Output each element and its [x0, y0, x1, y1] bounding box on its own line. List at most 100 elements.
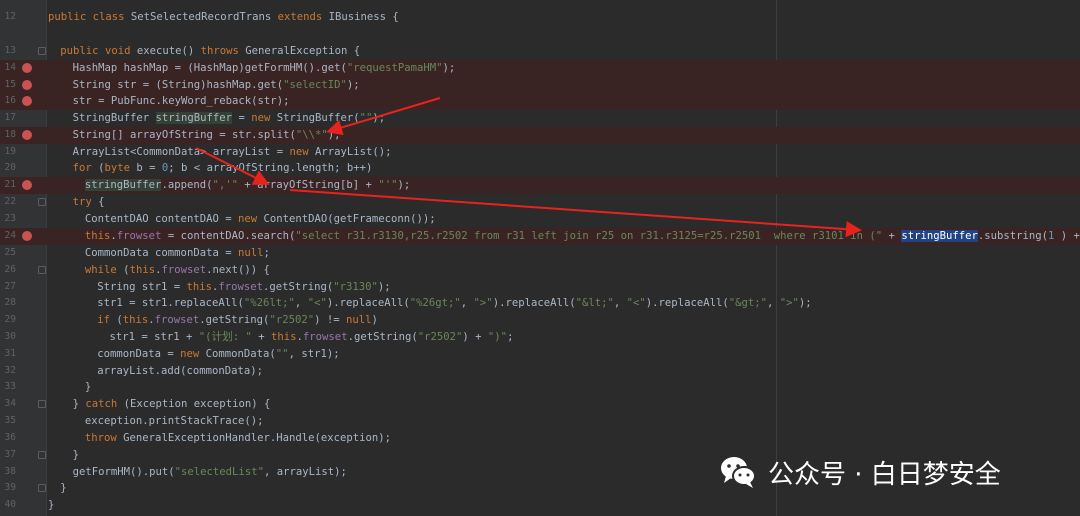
- code-text[interactable]: }: [48, 497, 54, 514]
- code-text[interactable]: String str = (String)hashMap.get("select…: [48, 77, 360, 94]
- code-text[interactable]: while (this.frowset.next()) {: [48, 262, 270, 279]
- fold-marker-icon[interactable]: [38, 266, 46, 275]
- code-token: public void: [60, 45, 137, 57]
- code-line[interactable]: 34 } catch (Exception exception) {: [0, 396, 1080, 413]
- breakpoint-icon[interactable]: [22, 231, 32, 242]
- code-text[interactable]: ArrayList<CommonData> arrayList = new Ar…: [48, 144, 392, 161]
- code-text[interactable]: }: [48, 480, 66, 497]
- code-text[interactable]: this.frowset = contentDAO.search("select…: [48, 228, 1080, 245]
- code-line[interactable]: 36 throw GeneralExceptionHandler.Handle(e…: [0, 430, 1080, 447]
- line-number: 36: [4, 432, 16, 443]
- code-token: "%26gt;": [409, 297, 461, 309]
- fold-marker-icon[interactable]: [38, 198, 46, 207]
- code-token: (Exception exception) {: [123, 398, 271, 410]
- code-token: this: [129, 264, 156, 276]
- line-number: 32: [4, 365, 16, 376]
- line-number: 14: [4, 62, 16, 73]
- code-line[interactable]: 32 arrayList.add(commonData);: [0, 363, 1080, 380]
- code-text[interactable]: if (this.frowset.getString("r2502") != n…: [48, 312, 378, 329]
- line-number: 35: [4, 415, 16, 426]
- code-text[interactable]: } catch (Exception exception) {: [48, 396, 271, 413]
- code-line[interactable]: 35 exception.printStackTrace();: [0, 413, 1080, 430]
- fold-marker-icon[interactable]: [38, 400, 46, 409]
- code-token: ;: [507, 331, 514, 343]
- code-line[interactable]: 30 str1 = str1 + "(计划: " + this.frowset.g…: [0, 329, 1080, 346]
- code-line[interactable]: 23 ContentDAO contentDAO = new ContentDAO…: [0, 211, 1080, 228]
- code-text[interactable]: getFormHM().put("selectedList", arrayLis…: [48, 464, 347, 481]
- code-token: for: [72, 162, 99, 174]
- code-text[interactable]: exception.printStackTrace();: [48, 413, 264, 430]
- code-token: catch: [85, 398, 124, 410]
- code-line[interactable]: 28 str1 = str1.replaceAll("%26lt;", "<").…: [0, 295, 1080, 312]
- code-line[interactable]: 22 try {: [0, 194, 1080, 211]
- code-line[interactable]: 15 String str = (String)hashMap.get("sele…: [0, 77, 1080, 94]
- breakpoint-icon[interactable]: [22, 130, 32, 141]
- code-line[interactable]: 29 if (this.frowset.getString("r2502") !=…: [0, 312, 1080, 329]
- line-number: 12: [4, 11, 16, 22]
- code-line[interactable]: 33}: [0, 379, 1080, 396]
- code-text[interactable]: ContentDAO contentDAO = new ContentDAO(g…: [48, 211, 436, 228]
- code-editor[interactable]: 12 public class SetSelectedRecordTrans ex…: [0, 0, 1080, 516]
- code-token: }: [84, 381, 92, 393]
- code-text[interactable]: }: [48, 447, 79, 464]
- code-text[interactable]: commonData = new CommonData("", str1);: [48, 346, 339, 363]
- code-line[interactable]: 20 for (byte b = 0; b < arrayOfString.len…: [0, 160, 1080, 177]
- code-text[interactable]: str1 = str1 + "(计划: " + this.frowset.get…: [48, 329, 514, 346]
- line-number: 15: [4, 79, 16, 90]
- line-number: 34: [4, 398, 16, 409]
- code-text[interactable]: }: [48, 379, 91, 396]
- line-number: 31: [4, 348, 16, 359]
- code-line[interactable]: 16 str = PubFunc.keyWord_reback(str);: [0, 93, 1080, 110]
- code-line[interactable]: 19 ArrayList<CommonData> arrayList = new …: [0, 144, 1080, 161]
- code-token: str = PubFunc.keyWord_reback(str);: [72, 95, 290, 107]
- code-token: ContentDAO contentDAO =: [84, 213, 238, 225]
- code-token: "&lt;": [575, 297, 614, 309]
- code-token: CommonData(: [205, 348, 276, 360]
- code-text[interactable]: try {: [48, 194, 105, 211]
- code-line[interactable]: 18 String[] arrayOfString = str.split("\\…: [0, 127, 1080, 144]
- code-text[interactable]: str = PubFunc.keyWord_reback(str);: [48, 93, 290, 110]
- code-token: stringBuffer: [84, 179, 162, 191]
- breakpoint-icon[interactable]: [22, 80, 32, 91]
- code-text[interactable]: CommonData commonData = null;: [48, 245, 270, 262]
- code-token: ,: [767, 297, 780, 309]
- code-text[interactable]: stringBuffer.append(",'" + arrayOfString…: [48, 177, 410, 194]
- code-text[interactable]: public void execute() throws GeneralExce…: [48, 43, 360, 60]
- line-number: 20: [4, 162, 16, 173]
- code-text[interactable]: throw GeneralExceptionHandler.Handle(exc…: [48, 430, 391, 447]
- code-token: GeneralExceptionHandler.Handle(exception…: [123, 432, 392, 444]
- code-line[interactable]: 31 commonData = new CommonData("", str1);: [0, 346, 1080, 363]
- fold-marker-icon[interactable]: [38, 47, 46, 56]
- code-text[interactable]: public class SetSelectedRecordTrans exte…: [48, 9, 399, 26]
- fold-marker-icon[interactable]: [38, 484, 46, 493]
- code-token: str1 = str1.replaceAll(: [97, 297, 244, 309]
- breakpoint-icon[interactable]: [22, 63, 32, 74]
- code-text[interactable]: arrayList.add(commonData);: [48, 363, 263, 380]
- code-token: );: [372, 112, 386, 124]
- code-text[interactable]: str1 = str1.replaceAll("%26lt;", "<").re…: [48, 295, 811, 312]
- code-text[interactable]: String str1 = this.frowset.getString("r3…: [48, 279, 390, 296]
- breakpoint-icon[interactable]: [22, 180, 32, 191]
- code-line[interactable]: 27 String str1 = this.frowset.getString("…: [0, 279, 1080, 296]
- breakpoint-icon[interactable]: [22, 96, 32, 107]
- code-line[interactable]: 25 CommonData commonData = null;: [0, 245, 1080, 262]
- code-token: .getString(: [199, 314, 270, 326]
- code-line[interactable]: 40}: [0, 497, 1080, 514]
- code-text[interactable]: StringBuffer stringBuffer = new StringBu…: [48, 110, 385, 127]
- code-line[interactable]: 17 StringBuffer stringBuffer = new String…: [0, 110, 1080, 127]
- code-text[interactable]: String[] arrayOfString = str.split("\\*"…: [48, 127, 341, 144]
- code-line[interactable]: 24 this.frowset = contentDAO.search("sele…: [0, 228, 1080, 245]
- code-token: str1 = str1 +: [109, 331, 199, 343]
- code-line[interactable]: 12 public class SetSelectedRecordTrans ex…: [0, 9, 1080, 26]
- code-text[interactable]: for (byte b = 0; b < arrayOfString.lengt…: [48, 160, 373, 177]
- code-token: "requestPamaHM": [346, 62, 443, 74]
- code-token: ")": [487, 331, 508, 343]
- code-line[interactable]: 14 HashMap hashMap = (HashMap)getFormHM()…: [0, 60, 1080, 77]
- code-token: this: [186, 281, 212, 293]
- code-text[interactable]: HashMap hashMap = (HashMap)getFormHM().g…: [48, 60, 456, 77]
- code-token: "(计划: ": [198, 331, 252, 343]
- code-line[interactable]: 26 while (this.frowset.next()) {: [0, 262, 1080, 279]
- code-line[interactable]: 13 public void execute() throws GeneralEx…: [0, 43, 1080, 60]
- fold-marker-icon[interactable]: [38, 451, 46, 460]
- code-line[interactable]: 21 stringBuffer.append(",'" + arrayOfStri…: [0, 177, 1080, 194]
